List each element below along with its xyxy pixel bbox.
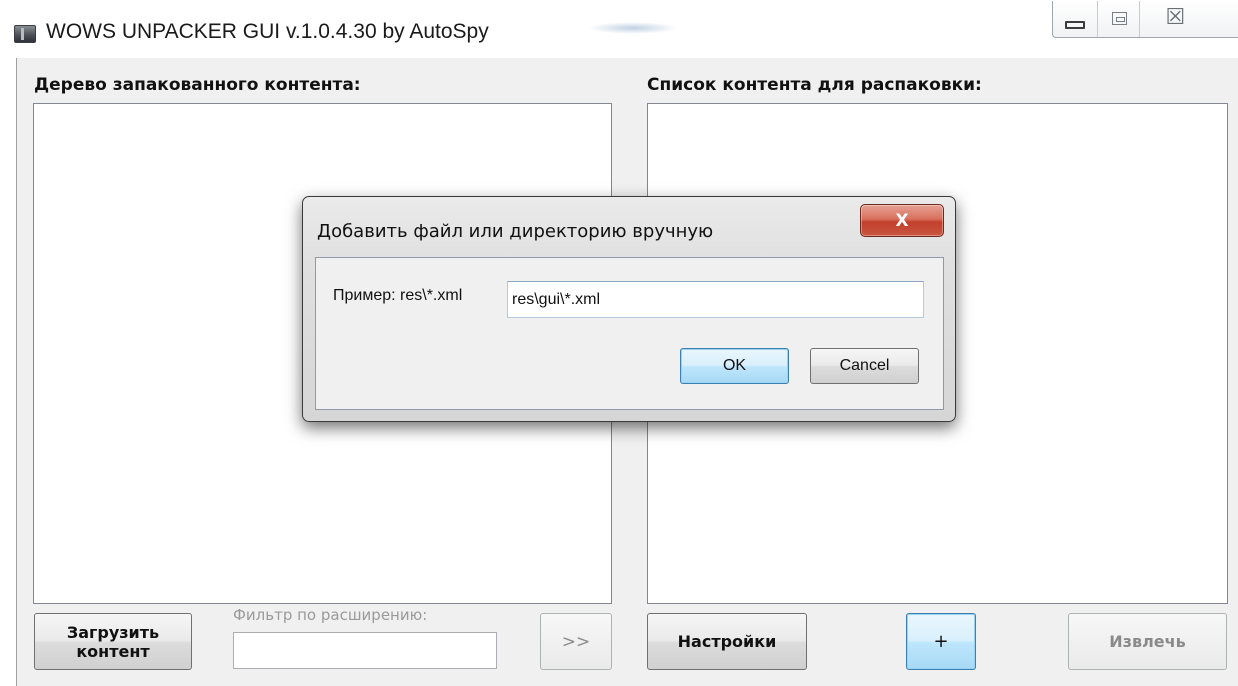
extract-button[interactable]: Извлечь — [1068, 613, 1227, 670]
dialog-title: Добавить файл или директорию вручную — [317, 221, 714, 242]
settings-button[interactable]: Настройки — [647, 613, 807, 670]
load-content-label: Загрузить контент — [66, 622, 160, 661]
move-to-list-button[interactable]: >> — [540, 613, 612, 670]
minimize-button[interactable] — [1053, 1, 1098, 37]
app-cube-icon — [14, 25, 36, 43]
list-panel-label: Список контента для распаковки: — [647, 75, 982, 95]
add-manual-button[interactable]: + — [906, 613, 976, 670]
minimize-icon — [1065, 21, 1085, 29]
title-bar: WOWS UNPACKER GUI v.1.0.4.30 by AutoSpy … — [0, 0, 1238, 52]
window-controls: ☒ — [1052, 1, 1238, 38]
ok-button[interactable]: OK — [680, 348, 789, 384]
dialog-hint-label: Пример: res\*.xml — [333, 287, 463, 304]
path-input[interactable] — [507, 281, 924, 318]
filter-label: Фильтр по расширению: — [233, 606, 428, 624]
load-content-button[interactable]: Загрузить контент — [34, 613, 192, 670]
dialog-close-icon: X — [895, 210, 909, 231]
extension-filter-input[interactable] — [233, 632, 497, 669]
title-blur-decoration — [588, 22, 678, 34]
maximize-icon — [1111, 12, 1127, 25]
tree-panel-label: Дерево запакованного контента: — [34, 75, 361, 95]
maximize-button[interactable] — [1098, 1, 1140, 37]
close-icon: ☒ — [1165, 5, 1186, 30]
dialog-close-button[interactable]: X — [860, 204, 944, 237]
add-file-dialog: Добавить файл или директорию вручную X П… — [302, 196, 956, 422]
dialog-body: Пример: res\*.xml OK Cancel — [315, 257, 944, 410]
window-title: WOWS UNPACKER GUI v.1.0.4.30 by AutoSpy — [46, 20, 489, 43]
cancel-button[interactable]: Cancel — [810, 348, 919, 384]
close-button[interactable]: ☒ — [1140, 1, 1238, 37]
